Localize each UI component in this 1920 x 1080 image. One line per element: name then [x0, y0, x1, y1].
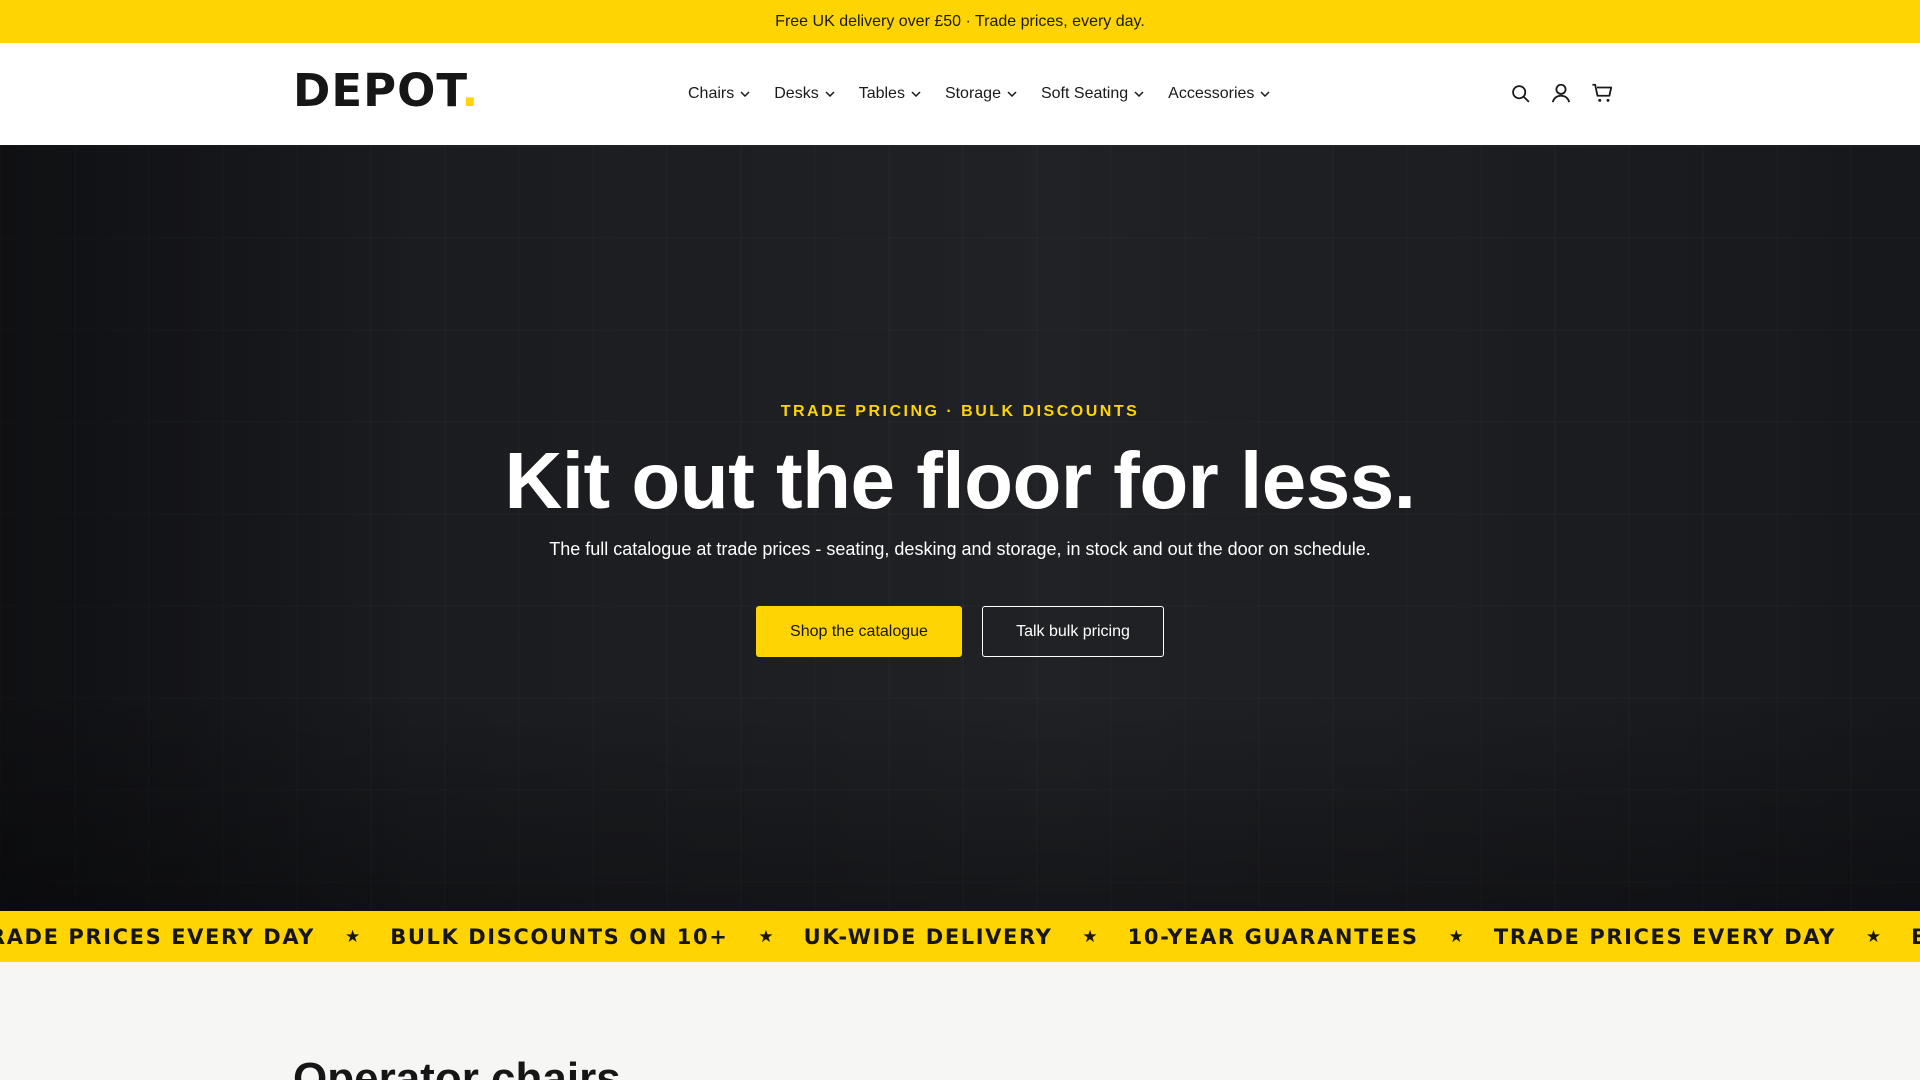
ticker-item: 10-YEAR GUARANTEES	[1127, 924, 1419, 949]
brand-logo[interactable]: DEPOT.	[293, 68, 479, 113]
nav-item-soft-seating[interactable]: Soft Seating	[1041, 85, 1144, 103]
hero-content: TRADE PRICING · BULK DISCOUNTS Kit out t…	[0, 145, 1920, 911]
bulk-pricing-button[interactable]: Talk bulk pricing	[982, 606, 1164, 657]
ticker-item: BULK DISCOUNTS ON 10+	[1911, 925, 1920, 949]
search-icon	[1511, 84, 1529, 102]
nav-item-accessories[interactable]: Accessories	[1168, 85, 1270, 103]
star-icon: ★	[1448, 926, 1464, 946]
nav-item-label: Soft Seating	[1040, 85, 1129, 102]
ticker-item: TRADE PRICES EVERY DAY	[1493, 924, 1836, 949]
nav-item-desks[interactable]: Desks	[774, 85, 835, 103]
nav-item-label: Desks	[774, 85, 819, 102]
nav-item-label: Chairs	[688, 85, 735, 102]
ticker-item: UK-WIDE DELIVERY	[803, 924, 1053, 949]
chevron-down-icon	[1007, 91, 1017, 97]
cart-button[interactable]	[1590, 81, 1614, 105]
star-icon: ★	[1865, 926, 1882, 946]
announcement-text: Free UK delivery over £50 · Trade prices…	[775, 12, 1145, 30]
ticker-track: TRADE PRICES EVERY DAY ★ BULK DISCOUNTS …	[0, 911, 1920, 962]
chevron-down-icon	[1260, 91, 1270, 97]
nav-item-label: Storage	[944, 85, 1001, 102]
hero-subline: The full catalogue at trade prices - sea…	[549, 539, 1371, 559]
nav-item-chairs[interactable]: Chairs	[688, 85, 750, 103]
header-icons	[1508, 81, 1614, 105]
ticker-item: TRADE PRICES EVERY DAY	[0, 924, 315, 949]
chevron-down-icon	[911, 91, 921, 97]
ticker-item: BULK DISCOUNTS ON 10+	[390, 924, 729, 949]
hero-banner: TRADE PRICING · BULK DISCOUNTS Kit out t…	[0, 145, 1920, 911]
main-nav: Chairs Desks Tables Storage Soft Seating…	[688, 43, 1294, 145]
hero-headline: Kit out the floor for less.	[504, 436, 1416, 525]
section-title: Operator chairs	[293, 1054, 621, 1080]
account-icon	[1551, 83, 1571, 103]
promo-ticker: TRADE PRICES EVERY DAY ★ BULK DISCOUNTS …	[0, 911, 1920, 962]
chevron-down-icon	[740, 91, 750, 97]
brand-name: DEPOT	[293, 64, 462, 117]
chevron-down-icon	[1134, 91, 1144, 97]
chevron-down-icon	[825, 91, 835, 97]
cart-icon	[1591, 83, 1612, 102]
hero-eyebrow: TRADE PRICING · BULK DISCOUNTS	[780, 403, 1140, 420]
search-button[interactable]	[1508, 81, 1532, 105]
site-header: DEPOT. Chairs Desks Tables Storage Soft …	[0, 43, 1920, 145]
star-icon: ★	[1082, 926, 1098, 946]
nav-item-label: Tables	[858, 85, 905, 102]
shop-catalogue-button[interactable]: Shop the catalogue	[756, 606, 962, 657]
account-button[interactable]	[1549, 81, 1573, 105]
nav-item-label: Accessories	[1168, 85, 1255, 102]
star-icon: ★	[758, 926, 774, 946]
brand-dot: .	[461, 64, 480, 117]
star-icon: ★	[344, 926, 361, 946]
nav-item-storage[interactable]: Storage	[945, 85, 1017, 103]
announcement-bar: Free UK delivery over £50 · Trade prices…	[0, 0, 1920, 43]
nav-item-tables[interactable]: Tables	[859, 85, 921, 103]
